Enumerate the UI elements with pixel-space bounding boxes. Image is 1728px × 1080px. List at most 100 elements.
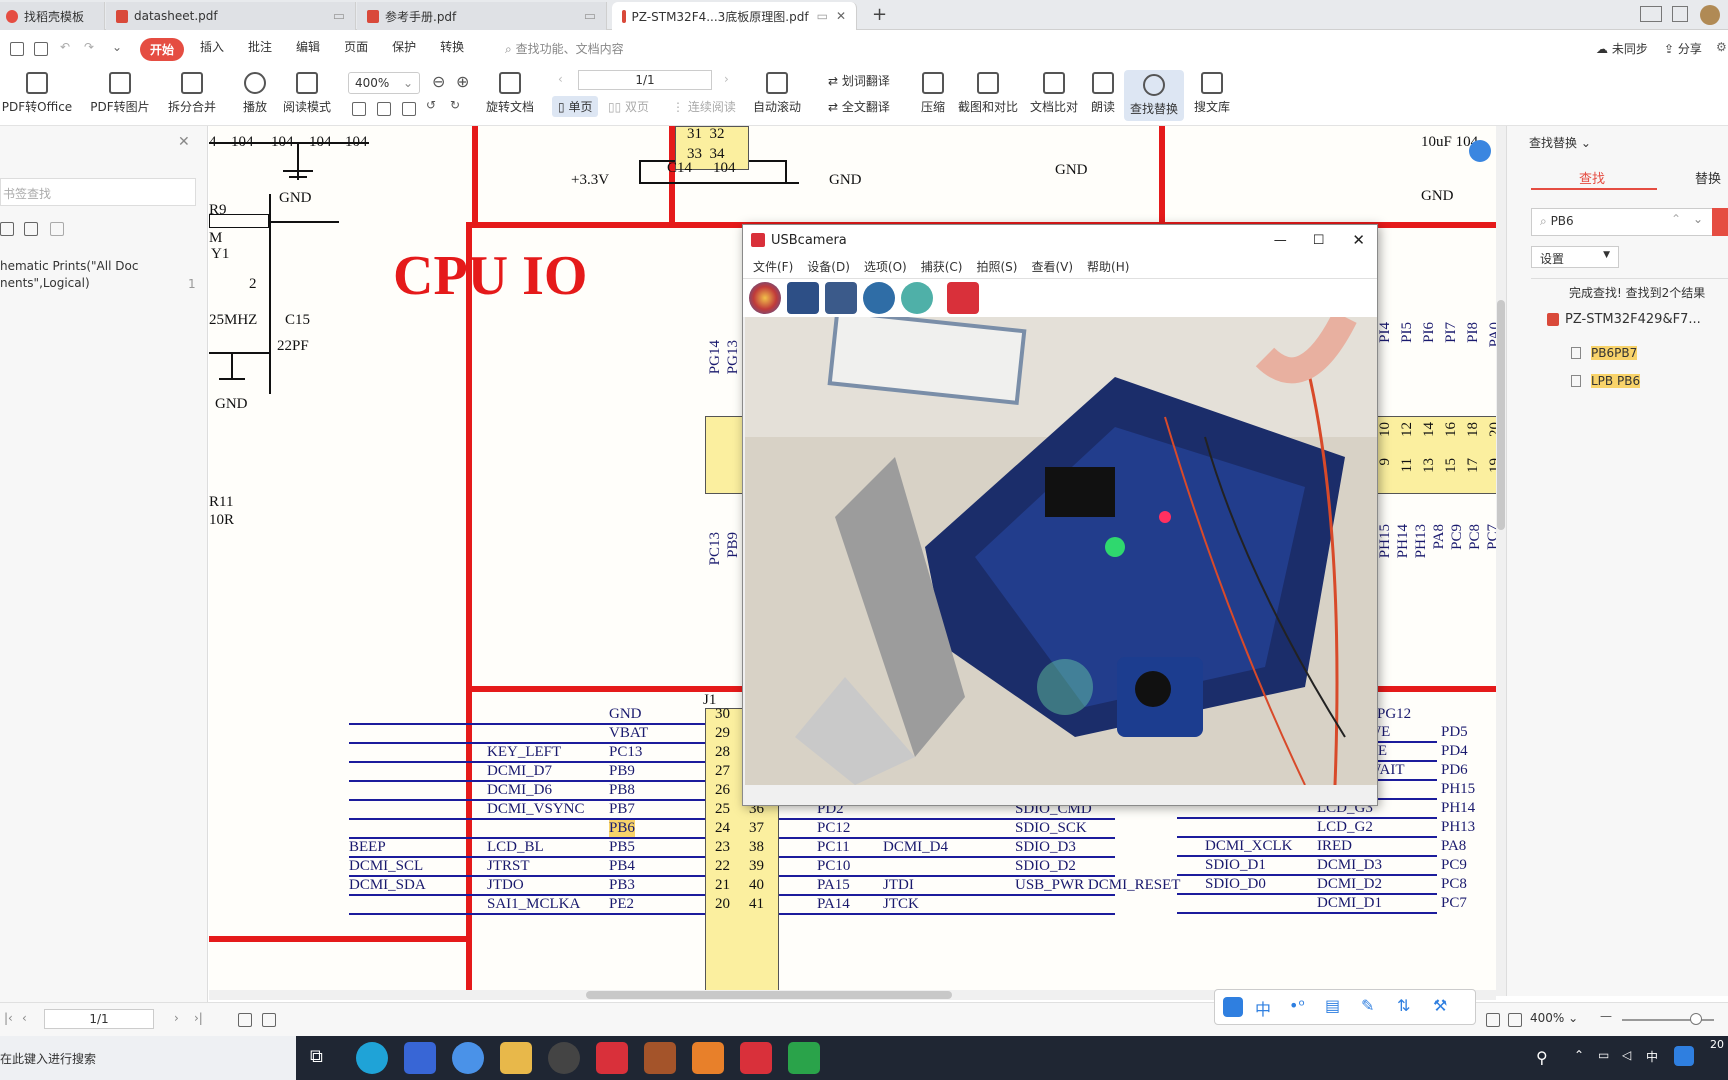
- compress-button[interactable]: 压缩: [916, 72, 950, 115]
- menu-edit[interactable]: 编辑: [296, 38, 320, 61]
- tab-monitor-icon[interactable]: ▭: [584, 9, 596, 24]
- zoom-select[interactable]: 400% ⌄: [348, 72, 420, 94]
- page-input[interactable]: 1/1: [578, 70, 712, 90]
- menu-convert[interactable]: 转换: [440, 38, 464, 61]
- split-merge-button[interactable]: 拆分合并: [162, 72, 222, 115]
- ime-write-icon[interactable]: ✎: [1361, 996, 1374, 1015]
- screenshot-compare-button[interactable]: 截图和对比: [956, 72, 1020, 115]
- search-function[interactable]: ⌕ 查找功能、文档内容: [505, 40, 624, 57]
- full-translate-button[interactable]: ⇄ 全文翻译: [828, 98, 890, 115]
- zoom-slider-handle[interactable]: [1690, 1013, 1702, 1025]
- menu-help[interactable]: 帮助(H): [1087, 258, 1129, 275]
- last-page-icon[interactable]: ›|: [194, 1011, 203, 1025]
- menu-annotate[interactable]: 批注: [248, 38, 272, 61]
- tab-schematic[interactable]: PZ-STM32F4...3底板原理图.pdf ▭ ✕: [612, 2, 857, 30]
- actual-size-icon[interactable]: [352, 102, 366, 116]
- settings-select[interactable]: 设置 ▼: [1531, 246, 1619, 268]
- prev-result-icon[interactable]: ⌃: [1671, 212, 1681, 226]
- more-icon[interactable]: ⌄: [112, 40, 122, 54]
- tab-replace[interactable]: 替换: [1695, 168, 1721, 187]
- fit-width-icon[interactable]: [402, 102, 416, 116]
- tab-find[interactable]: 查找: [1579, 168, 1605, 187]
- pdf-to-image-button[interactable]: PDF转图片: [88, 72, 152, 115]
- tab-datasheet[interactable]: datasheet.pdf ▭: [106, 2, 356, 30]
- find-result-2[interactable]: LPB PB6: [1571, 374, 1641, 388]
- zoom-out-icon[interactable]: ⊖: [432, 72, 445, 91]
- tab-templates[interactable]: 找稻壳模板: [0, 2, 105, 30]
- volume-icon[interactable]: ◁: [1622, 1048, 1631, 1062]
- auto-scroll-button[interactable]: 自动滚动: [748, 72, 806, 115]
- bookmark-item[interactable]: hematic Prints("All Doc nents",Logical) …: [0, 258, 200, 292]
- avatar[interactable]: [1700, 5, 1720, 25]
- maximize-icon[interactable]: ☐: [1313, 233, 1325, 248]
- read-mode-button[interactable]: 阅读模式: [282, 72, 332, 115]
- first-page-icon[interactable]: |‹: [4, 1011, 13, 1025]
- save-icon[interactable]: [10, 42, 24, 56]
- word-translate-button[interactable]: ⇄ 划词翻译: [828, 72, 890, 89]
- app-g-icon[interactable]: [404, 1042, 436, 1074]
- ime-indicator[interactable]: 中: [1646, 1048, 1658, 1065]
- dev-icon[interactable]: [692, 1042, 724, 1074]
- scroll-thumb[interactable]: [1497, 300, 1505, 530]
- rotate-right-icon[interactable]: ↻: [450, 98, 460, 112]
- ime-logo-icon[interactable]: [1223, 997, 1243, 1017]
- tab-monitor-icon[interactable]: ▭: [817, 9, 828, 23]
- usbcamera-task-icon[interactable]: [596, 1042, 628, 1074]
- ime-punct-icon[interactable]: •ᵒ: [1289, 996, 1305, 1015]
- taskbar-search[interactable]: 在此键入进行搜索: [0, 1036, 296, 1080]
- close-icon[interactable]: ✕: [836, 9, 846, 23]
- next-result-icon[interactable]: ⌄: [1693, 212, 1703, 226]
- ime-keyboard-icon[interactable]: ▤: [1325, 996, 1340, 1015]
- menu-device[interactable]: 设备(D): [807, 258, 850, 275]
- continuous-read-button[interactable]: ⋮ 连续阅读: [672, 98, 736, 115]
- double-page-button[interactable]: ▯▯ 双页: [608, 98, 649, 115]
- gear-icon[interactable]: [901, 282, 933, 314]
- tab-reference-manual[interactable]: 参考手册.pdf ▭: [357, 2, 607, 30]
- zoom-in-icon[interactable]: ⊕: [456, 72, 469, 91]
- video-camera-icon[interactable]: [825, 282, 857, 314]
- person-icon[interactable]: ⚲: [1536, 1048, 1548, 1067]
- sync-status[interactable]: ☁ 未同步: [1596, 40, 1648, 57]
- find-button[interactable]: [1712, 208, 1728, 236]
- close-icon[interactable]: ✕: [1352, 231, 1365, 249]
- menu-protect[interactable]: 保护: [392, 38, 416, 61]
- single-page-button[interactable]: ▯ 单页: [552, 96, 599, 117]
- settings-gear-icon[interactable]: [863, 282, 895, 314]
- task-view-icon[interactable]: ⧉: [310, 1046, 323, 1067]
- pdf-to-office-button[interactable]: PDF转Office: [0, 72, 74, 115]
- float-tool-icon[interactable]: [1469, 140, 1491, 162]
- usbcamera-window[interactable]: USBcamera — ☐ ✕ 文件(F) 设备(D) 选项(O) 捕获(C) …: [742, 224, 1378, 806]
- status-zoom[interactable]: 400% ⌄: [1530, 1011, 1578, 1025]
- ime-app-icon[interactable]: [1674, 1046, 1694, 1066]
- obs-icon[interactable]: [548, 1042, 580, 1074]
- expand-icon[interactable]: [0, 222, 14, 236]
- tab-monitor-icon[interactable]: ▭: [333, 9, 345, 24]
- find-result-1[interactable]: PB6PB7: [1571, 346, 1638, 360]
- feather-icon[interactable]: [452, 1042, 484, 1074]
- find-replace-button[interactable]: 查找替换: [1124, 70, 1184, 121]
- prev-page-icon[interactable]: ‹: [22, 1011, 27, 1025]
- next-page-icon[interactable]: ›: [174, 1011, 179, 1025]
- wps-icon[interactable]: [740, 1042, 772, 1074]
- fit-page-icon[interactable]: [377, 102, 391, 116]
- search-library-button[interactable]: 搜文库: [1190, 72, 1234, 115]
- new-tab-icon[interactable]: +: [872, 4, 887, 25]
- next-page-icon[interactable]: ›: [724, 72, 729, 86]
- status-page-input[interactable]: 1/1: [44, 1009, 154, 1029]
- h-scroll-thumb[interactable]: [586, 991, 952, 999]
- ime-wrench-icon[interactable]: ⚒: [1433, 996, 1447, 1015]
- menu-view[interactable]: 查看(V): [1031, 258, 1073, 275]
- minimize-icon[interactable]: —: [1274, 233, 1287, 248]
- zoom-out-icon[interactable]: —: [1600, 1009, 1612, 1023]
- bookmark-search-input[interactable]: 书签查找: [0, 178, 196, 206]
- menu-snapshot[interactable]: 拍照(S): [976, 258, 1017, 275]
- read-aloud-button[interactable]: 朗读: [1088, 72, 1118, 115]
- bookmark-add-icon[interactable]: [24, 222, 38, 236]
- fullscreen-icon[interactable]: [1486, 1013, 1500, 1027]
- vertical-scrollbar[interactable]: [1496, 126, 1506, 996]
- grid-icon[interactable]: [1672, 6, 1688, 22]
- ime-sort-icon[interactable]: ⇅: [1397, 996, 1410, 1015]
- menu-capture[interactable]: 捕获(C): [921, 258, 963, 275]
- panel-title[interactable]: 查找替换 ⌄: [1529, 134, 1591, 151]
- menu-page[interactable]: 页面: [344, 38, 368, 61]
